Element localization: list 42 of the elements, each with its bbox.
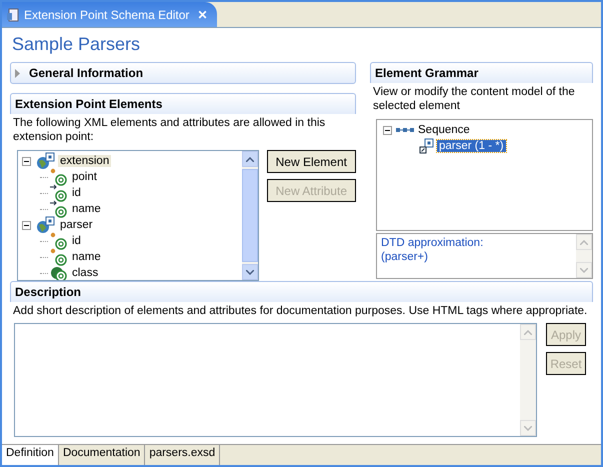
tree-item[interactable]: point bbox=[70, 171, 99, 183]
tree-item[interactable]: parser bbox=[58, 219, 95, 231]
element-icon bbox=[36, 152, 56, 170]
tree-item[interactable]: parser (1 - *) bbox=[437, 140, 506, 152]
section-header: Extension Point Elements bbox=[10, 93, 356, 114]
dtd-label: DTD approximation: bbox=[381, 236, 484, 250]
collapse-toggle-icon[interactable] bbox=[22, 156, 31, 166]
section-header[interactable]: General Information bbox=[10, 62, 356, 84]
expand-triangle-icon bbox=[15, 68, 21, 78]
element-icon bbox=[36, 216, 56, 234]
scroll-down-icon bbox=[580, 268, 588, 272]
tree-item[interactable]: name bbox=[70, 251, 103, 263]
element-reference-icon bbox=[419, 138, 435, 154]
page-tab[interactable]: parsers.exsd bbox=[145, 445, 220, 465]
editor-tab-title: Extension Point Schema Editor bbox=[24, 8, 190, 22]
dtd-value: (parser+) bbox=[381, 250, 429, 264]
description-text-area[interactable] bbox=[14, 323, 537, 437]
page-title: Sample Parsers bbox=[11, 33, 142, 56]
collapse-toggle-icon[interactable] bbox=[383, 126, 392, 134]
scroll-up-icon[interactable] bbox=[246, 156, 254, 162]
section-description: View or modify the content model of the selected element bbox=[372, 85, 576, 114]
scroll-down-icon bbox=[524, 426, 532, 430]
scroll-down-icon[interactable] bbox=[246, 270, 254, 274]
scroll-up-icon bbox=[524, 330, 532, 334]
section-description: Add short description of elements and attributes for documentation purposes. Use HTML tags where appropriate. bbox=[12, 304, 588, 319]
section-description: The following XML elements and attributes are allowed in this extension point: bbox=[12, 116, 326, 145]
sequence-icon bbox=[396, 127, 414, 133]
page-tab[interactable]: Documentation bbox=[58, 445, 146, 465]
action-button[interactable]: New Element bbox=[266, 150, 356, 173]
tree-item[interactable]: id bbox=[70, 187, 83, 199]
section-header: Element Grammar bbox=[370, 62, 593, 83]
tree-item[interactable]: name bbox=[70, 203, 103, 215]
section-header: Description bbox=[10, 281, 593, 302]
tree-item[interactable]: id bbox=[70, 235, 83, 247]
document-icon bbox=[6, 8, 20, 22]
page-tab[interactable]: Definition bbox=[2, 445, 59, 465]
scroll-up-icon bbox=[580, 240, 588, 244]
tree-item[interactable]: Sequence bbox=[416, 124, 472, 136]
tree-item[interactable]: extension bbox=[58, 155, 112, 167]
collapse-toggle-icon[interactable] bbox=[22, 220, 31, 230]
tree-item[interactable]: class bbox=[70, 267, 100, 279]
scrollbar[interactable] bbox=[242, 151, 258, 280]
